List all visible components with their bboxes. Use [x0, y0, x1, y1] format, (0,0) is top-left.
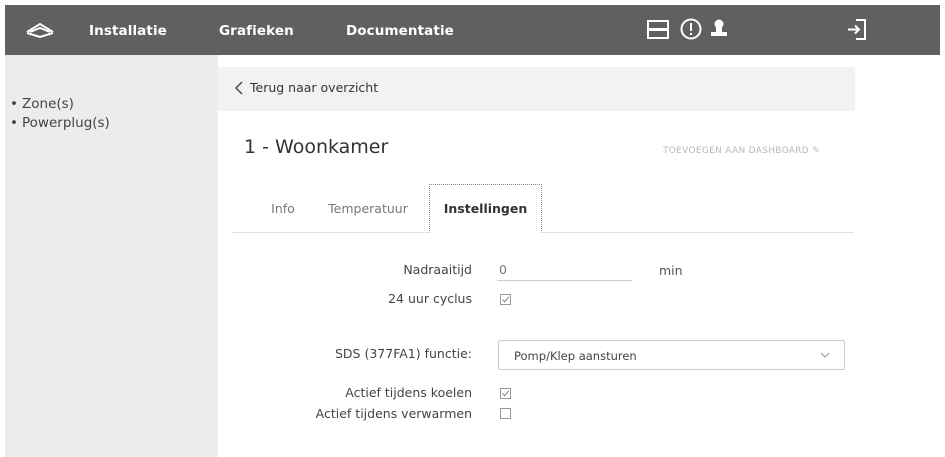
page-title: 1 - Woonkamer [244, 136, 389, 158]
nadraaitijd-unit: min [659, 263, 683, 278]
alert-icon[interactable] [680, 18, 702, 40]
cyclus-checkbox[interactable] [500, 294, 511, 305]
koelen-label: Actief tijdens koelen [345, 385, 472, 400]
back-link[interactable]: Terug naar overzicht [234, 80, 378, 95]
tab-temperatuur[interactable]: Temperatuur [323, 184, 413, 233]
checkmark-icon [502, 296, 510, 303]
sds-selected-value: Pomp/Klep aansturen [514, 349, 637, 363]
chevron-left-icon [235, 81, 243, 94]
nadraaitijd-input[interactable] [497, 259, 632, 281]
sidebar: • Zone(s) • Powerplug(s) [5, 55, 218, 457]
back-link-label: Terug naar overzicht [250, 80, 379, 95]
tab-bar: Info Temperatuur Instellingen [232, 184, 854, 233]
nav-documentatie[interactable]: Documentatie [346, 23, 454, 39]
tab-instellingen[interactable]: Instellingen [429, 184, 542, 233]
user-icon[interactable] [711, 18, 727, 38]
sds-function-select[interactable]: Pomp/Klep aansturen [498, 340, 845, 370]
verwarmen-checkbox[interactable] [500, 408, 511, 419]
main-content: Terug naar overzicht 1 - Woonkamer TOEVO… [218, 55, 945, 457]
logout-icon[interactable] [847, 19, 867, 40]
koelen-checkbox[interactable] [500, 388, 511, 399]
add-to-dashboard-link[interactable]: TOEVOEGEN AAN DASHBOARD ✎ [663, 146, 820, 156]
add-to-dashboard-label: TOEVOEGEN AAN DASHBOARD [663, 146, 810, 156]
top-navigation-bar: Installatie Grafieken Documentatie [5, 5, 940, 55]
sidebar-item-powerplugs[interactable]: • Powerplug(s) [10, 114, 110, 133]
checkmark-icon [502, 390, 510, 397]
back-bar: Terug naar overzicht [218, 67, 855, 111]
nav-grafieken[interactable]: Grafieken [219, 23, 294, 39]
cyclus-label: 24 uur cyclus [388, 291, 472, 306]
nav-installatie[interactable]: Installatie [89, 23, 167, 39]
nadraaitijd-label: Nadraaitijd [403, 262, 472, 277]
sidebar-item-label: Zone(s) [22, 96, 74, 112]
chevron-down-icon [820, 352, 830, 358]
sidebar-item-label: Powerplug(s) [22, 115, 110, 131]
sds-label: SDS (377FA1) functie: [335, 346, 472, 361]
tab-info[interactable]: Info [263, 184, 303, 233]
menu-icon[interactable] [647, 20, 669, 39]
verwarmen-label: Actief tijdens verwarmen [315, 406, 472, 421]
logo-icon[interactable] [25, 20, 55, 40]
sidebar-item-zones[interactable]: • Zone(s) [10, 95, 110, 114]
